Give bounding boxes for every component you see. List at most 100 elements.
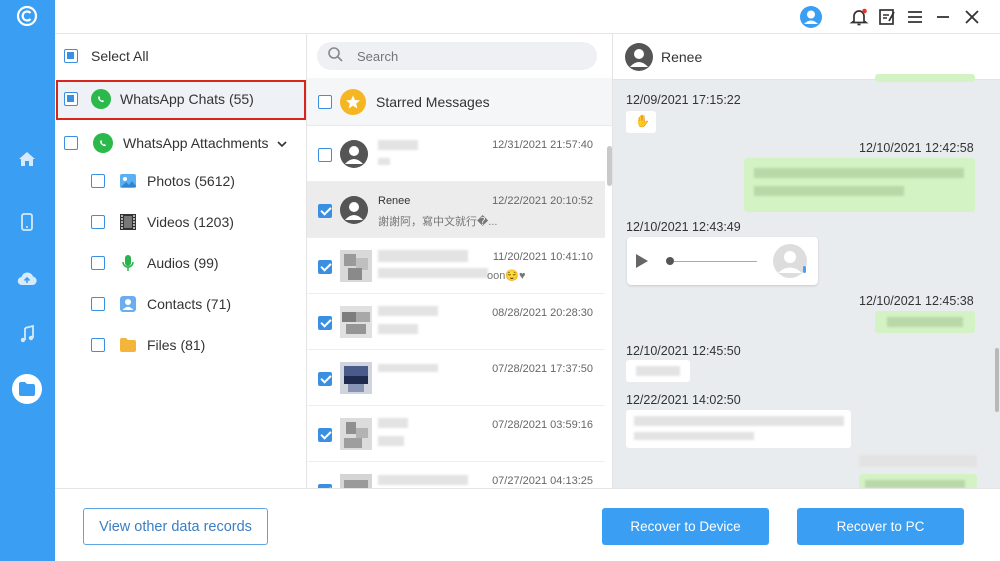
star-icon (340, 88, 366, 115)
footer-bar: View other data records Recover to Devic… (55, 488, 1000, 561)
chat-checkbox[interactable] (318, 428, 332, 442)
contacts-label: Contacts (71) (147, 296, 232, 312)
left-nav-rail (0, 0, 55, 561)
chat-name: Renee (378, 195, 411, 207)
user-avatar-icon[interactable] (799, 5, 823, 29)
sub-category-contacts[interactable]: Contacts (71) (91, 295, 231, 313)
photos-checkbox[interactable] (91, 174, 105, 188)
recover-to-pc-button[interactable]: Recover to PC (797, 508, 964, 545)
conversation-panel: Renee 12/09/2021 17:15:22 ✋ 12/10/2021 1… (613, 34, 1000, 488)
whatsapp-attachments-checkbox[interactable] (64, 136, 78, 150)
avatar (340, 306, 372, 338)
message-bubble-outgoing (859, 474, 977, 488)
message-bubble-incoming: ✋ (626, 111, 656, 133)
chat-item[interactable]: 07/27/2021 04:13:25 (307, 462, 605, 488)
voice-message[interactable] (627, 237, 818, 285)
audio-progress-track[interactable] (674, 260, 757, 262)
close-icon[interactable] (960, 5, 984, 29)
minimize-icon[interactable] (931, 5, 955, 29)
conversation-scrollbar[interactable] (995, 348, 999, 412)
sub-category-videos[interactable]: Videos (1203) (91, 213, 234, 231)
chat-item[interactable]: 12/31/2021 21:57:40 (307, 126, 605, 182)
chat-item[interactable]: oon😌♥ 11/20/2021 10:41:10 (307, 238, 605, 294)
whatsapp-chats-checkbox[interactable] (64, 92, 78, 106)
message-bubble-incoming (626, 410, 851, 448)
blurred-name (378, 140, 418, 150)
menu-icon[interactable] (903, 5, 927, 29)
chat-checkbox[interactable] (318, 316, 332, 330)
chat-item[interactable]: 08/28/2021 20:28:30 (307, 294, 605, 350)
files-label: Files (81) (147, 337, 206, 353)
chat-checkbox[interactable] (318, 204, 332, 218)
chat-time: 07/28/2021 17:37:50 (492, 363, 593, 375)
contacts-checkbox[interactable] (91, 297, 105, 311)
audios-checkbox[interactable] (91, 256, 105, 270)
message-bubble-outgoing (875, 74, 975, 82)
select-all-label: Select All (91, 48, 149, 64)
blurred-name (378, 364, 438, 372)
sub-category-photos[interactable]: Photos (5612) (91, 172, 235, 190)
videos-label: Videos (1203) (147, 214, 234, 230)
phone-icon[interactable] (13, 208, 41, 236)
whatsapp-attachments-row[interactable]: WhatsApp Attachments (64, 133, 287, 153)
chat-checkbox[interactable] (318, 148, 332, 162)
home-icon[interactable] (13, 145, 41, 173)
avatar (340, 362, 372, 394)
videos-checkbox[interactable] (91, 215, 105, 229)
chat-checkbox[interactable] (318, 260, 332, 274)
recover-to-device-button[interactable]: Recover to Device (602, 508, 769, 545)
chat-list-panel: Starred Messages 12/31/2021 21:57:40 Ren… (307, 34, 613, 488)
whatsapp-chats-row[interactable]: WhatsApp Chats (55) (64, 89, 254, 109)
photos-label: Photos (5612) (147, 173, 235, 189)
whatsapp-icon (91, 89, 111, 109)
voice-avatar-icon (772, 243, 808, 279)
select-all-row[interactable]: Select All (64, 48, 149, 64)
photos-icon (119, 172, 137, 190)
play-icon[interactable] (635, 253, 649, 274)
starred-messages-row[interactable]: Starred Messages (307, 78, 612, 126)
chat-checkbox[interactable] (318, 372, 332, 386)
avatar (340, 474, 372, 488)
blurred-preview (378, 268, 488, 278)
app-logo-icon (16, 5, 38, 27)
blurred-name (378, 418, 408, 428)
select-all-checkbox[interactable] (64, 49, 78, 63)
chevron-down-icon[interactable] (276, 135, 287, 151)
audio-progress-knob[interactable] (666, 257, 674, 265)
sub-category-audios[interactable]: Audios (99) (91, 254, 219, 272)
title-bar (55, 0, 1000, 34)
chat-item[interactable]: 07/28/2021 03:59:16 (307, 406, 605, 462)
feedback-icon[interactable] (875, 5, 899, 29)
chat-time: 11/20/2021 10:41:10 (492, 251, 593, 263)
blurred-name (378, 306, 438, 316)
chat-preview: 謝謝阿，寫中文就行�... (378, 216, 498, 228)
starred-label: Starred Messages (376, 93, 490, 110)
avatar (340, 250, 372, 282)
chat-item[interactable]: 07/28/2021 17:37:50 (307, 350, 605, 406)
audios-label: Audios (99) (147, 255, 219, 271)
chat-preview: oon😌♥ (487, 270, 526, 282)
message-time: 12/10/2021 12:45:50 (626, 344, 741, 358)
hand-emoji-icon: ✋ (635, 114, 650, 128)
chat-time: 12/22/2021 20:10:52 (492, 195, 593, 207)
chat-time: 07/27/2021 04:13:25 (492, 475, 593, 487)
search-input[interactable] (357, 48, 557, 64)
sub-category-files[interactable]: Files (81) (91, 336, 205, 354)
chat-time: 12/31/2021 21:57:40 (492, 139, 593, 151)
files-icon (119, 336, 137, 354)
music-icon[interactable] (13, 320, 41, 348)
search-icon (327, 46, 343, 67)
view-other-records-button[interactable]: View other data records (83, 508, 268, 545)
avatar (340, 196, 368, 224)
search-box[interactable] (317, 42, 597, 70)
chat-list-scrollbar[interactable] (607, 146, 612, 186)
chat-item[interactable]: Renee 謝謝阿，寫中文就行�... 12/22/2021 20:10:52 (307, 182, 605, 238)
message-time: 12/09/2021 17:15:22 (626, 93, 741, 107)
folder-icon[interactable] (12, 374, 42, 404)
starred-checkbox[interactable] (318, 94, 332, 109)
bell-icon[interactable] (847, 5, 871, 29)
blurred-name (378, 475, 468, 485)
files-checkbox[interactable] (91, 338, 105, 352)
whatsapp-chats-label: WhatsApp Chats (55) (120, 91, 254, 107)
cloud-icon[interactable] (13, 265, 41, 293)
